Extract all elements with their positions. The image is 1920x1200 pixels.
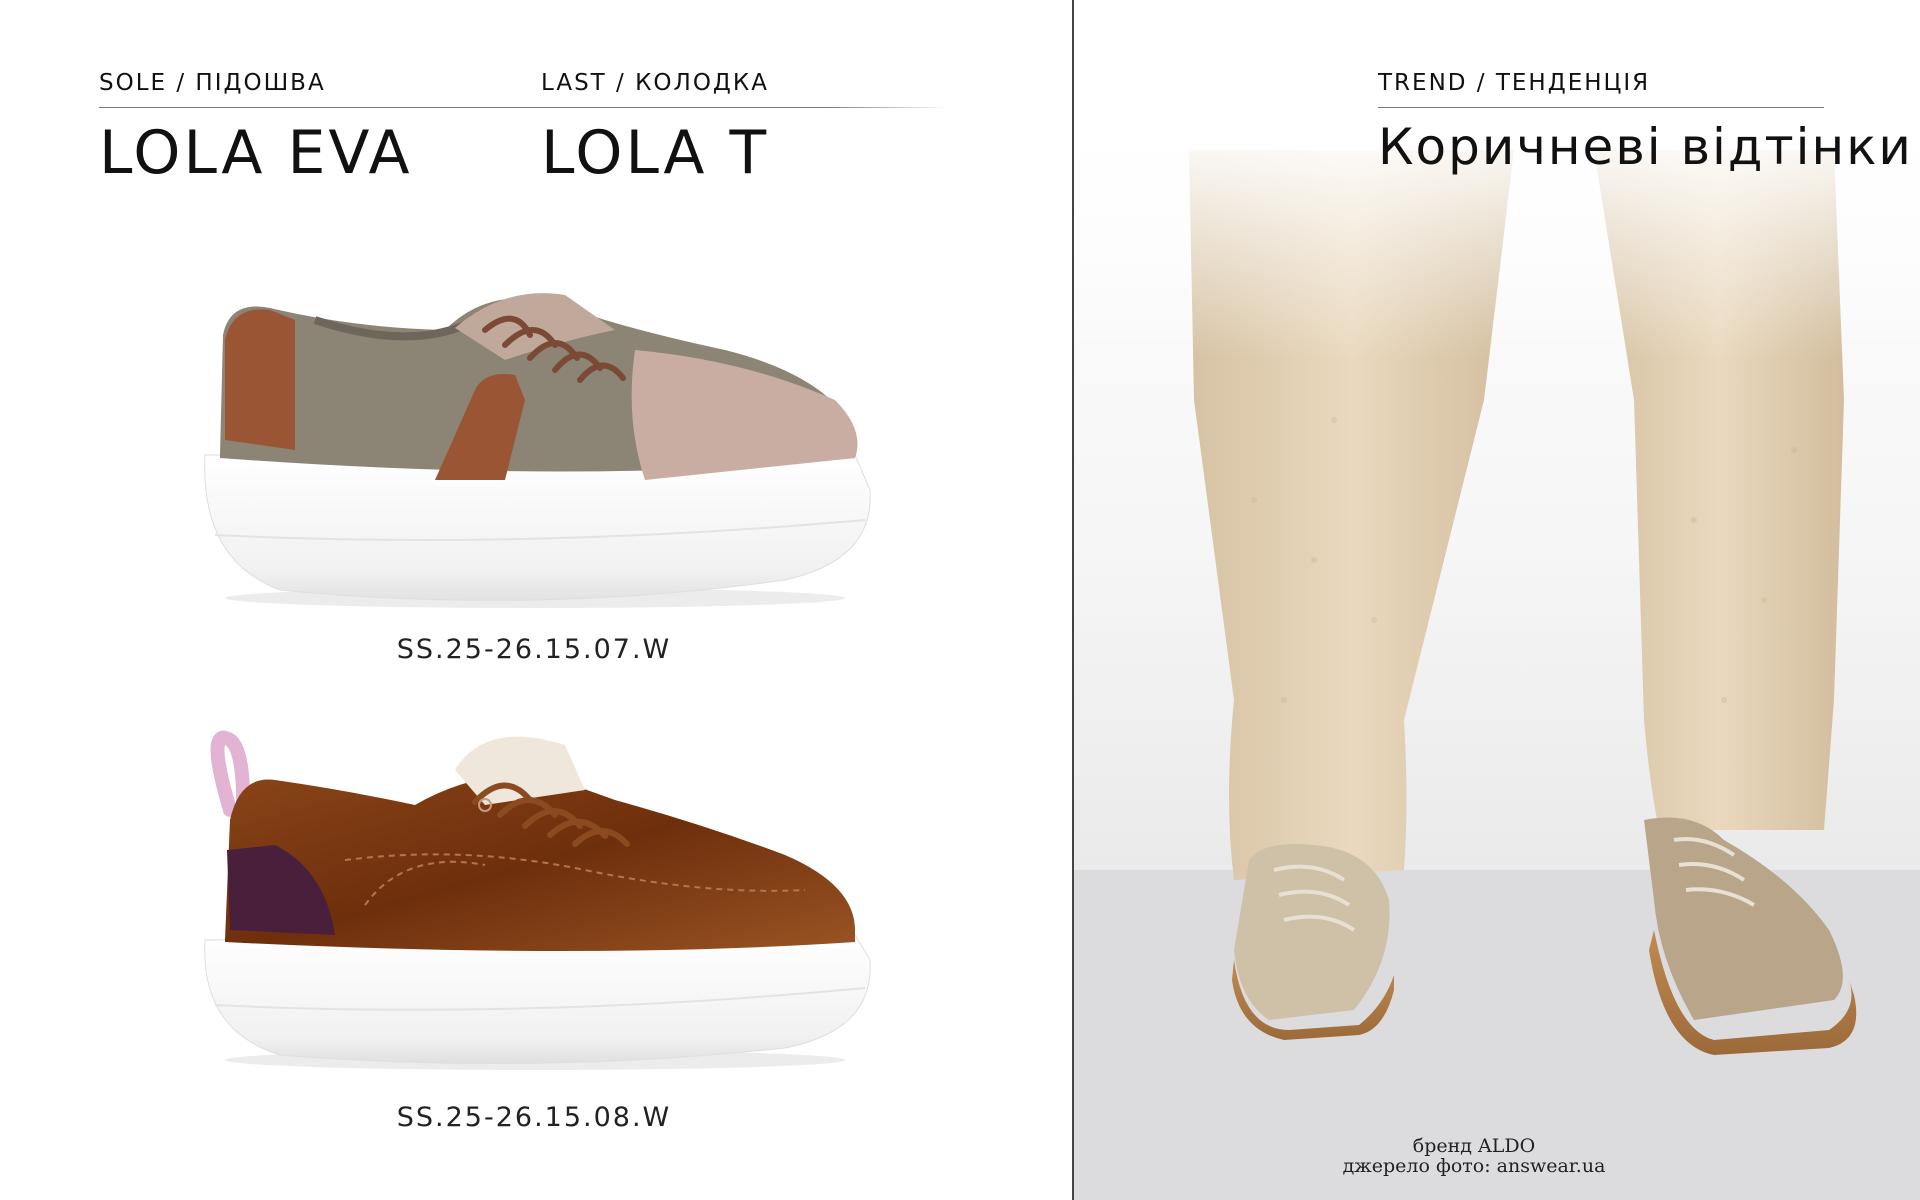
article-number-1: SS.25-26.15.07.W: [396, 634, 672, 665]
lookbook-page: SOLE / ПІДОШВА LAST / КОЛОДКА LOLA EVA L…: [0, 0, 1920, 1200]
taupe-sneaker-image: [204, 293, 871, 608]
trend-panel: TREND / ТЕНДЕНЦІЯ Коричневі відтінки бре…: [1074, 0, 1920, 1200]
sole-value: LOLA EVA: [99, 118, 413, 188]
sole-label: SOLE / ПІДОШВА: [99, 70, 326, 96]
brand-credit: бренд ALDO: [1412, 1135, 1536, 1157]
brown-velvet-sneaker-image: [204, 730, 871, 1070]
photo-credits: бренд ALDO джерело фото: answear.ua: [1274, 1136, 1674, 1176]
article-number-2: SS.25-26.15.08.W: [396, 1102, 672, 1133]
trend-photo: [1074, 0, 1920, 1200]
trend-value: Коричневі відтінки: [1378, 118, 1913, 176]
last-label: LAST / КОЛОДКА: [541, 70, 769, 96]
product-panel: SOLE / ПІДОШВА LAST / КОЛОДКА LOLA EVA L…: [0, 0, 1072, 1200]
photo-source: джерело фото: answear.ua: [1342, 1155, 1606, 1177]
header-rule: [99, 107, 949, 108]
trend-rule: [1378, 107, 1824, 108]
last-value: LOLA T: [541, 118, 770, 188]
trend-label: TREND / ТЕНДЕНЦІЯ: [1378, 70, 1651, 96]
